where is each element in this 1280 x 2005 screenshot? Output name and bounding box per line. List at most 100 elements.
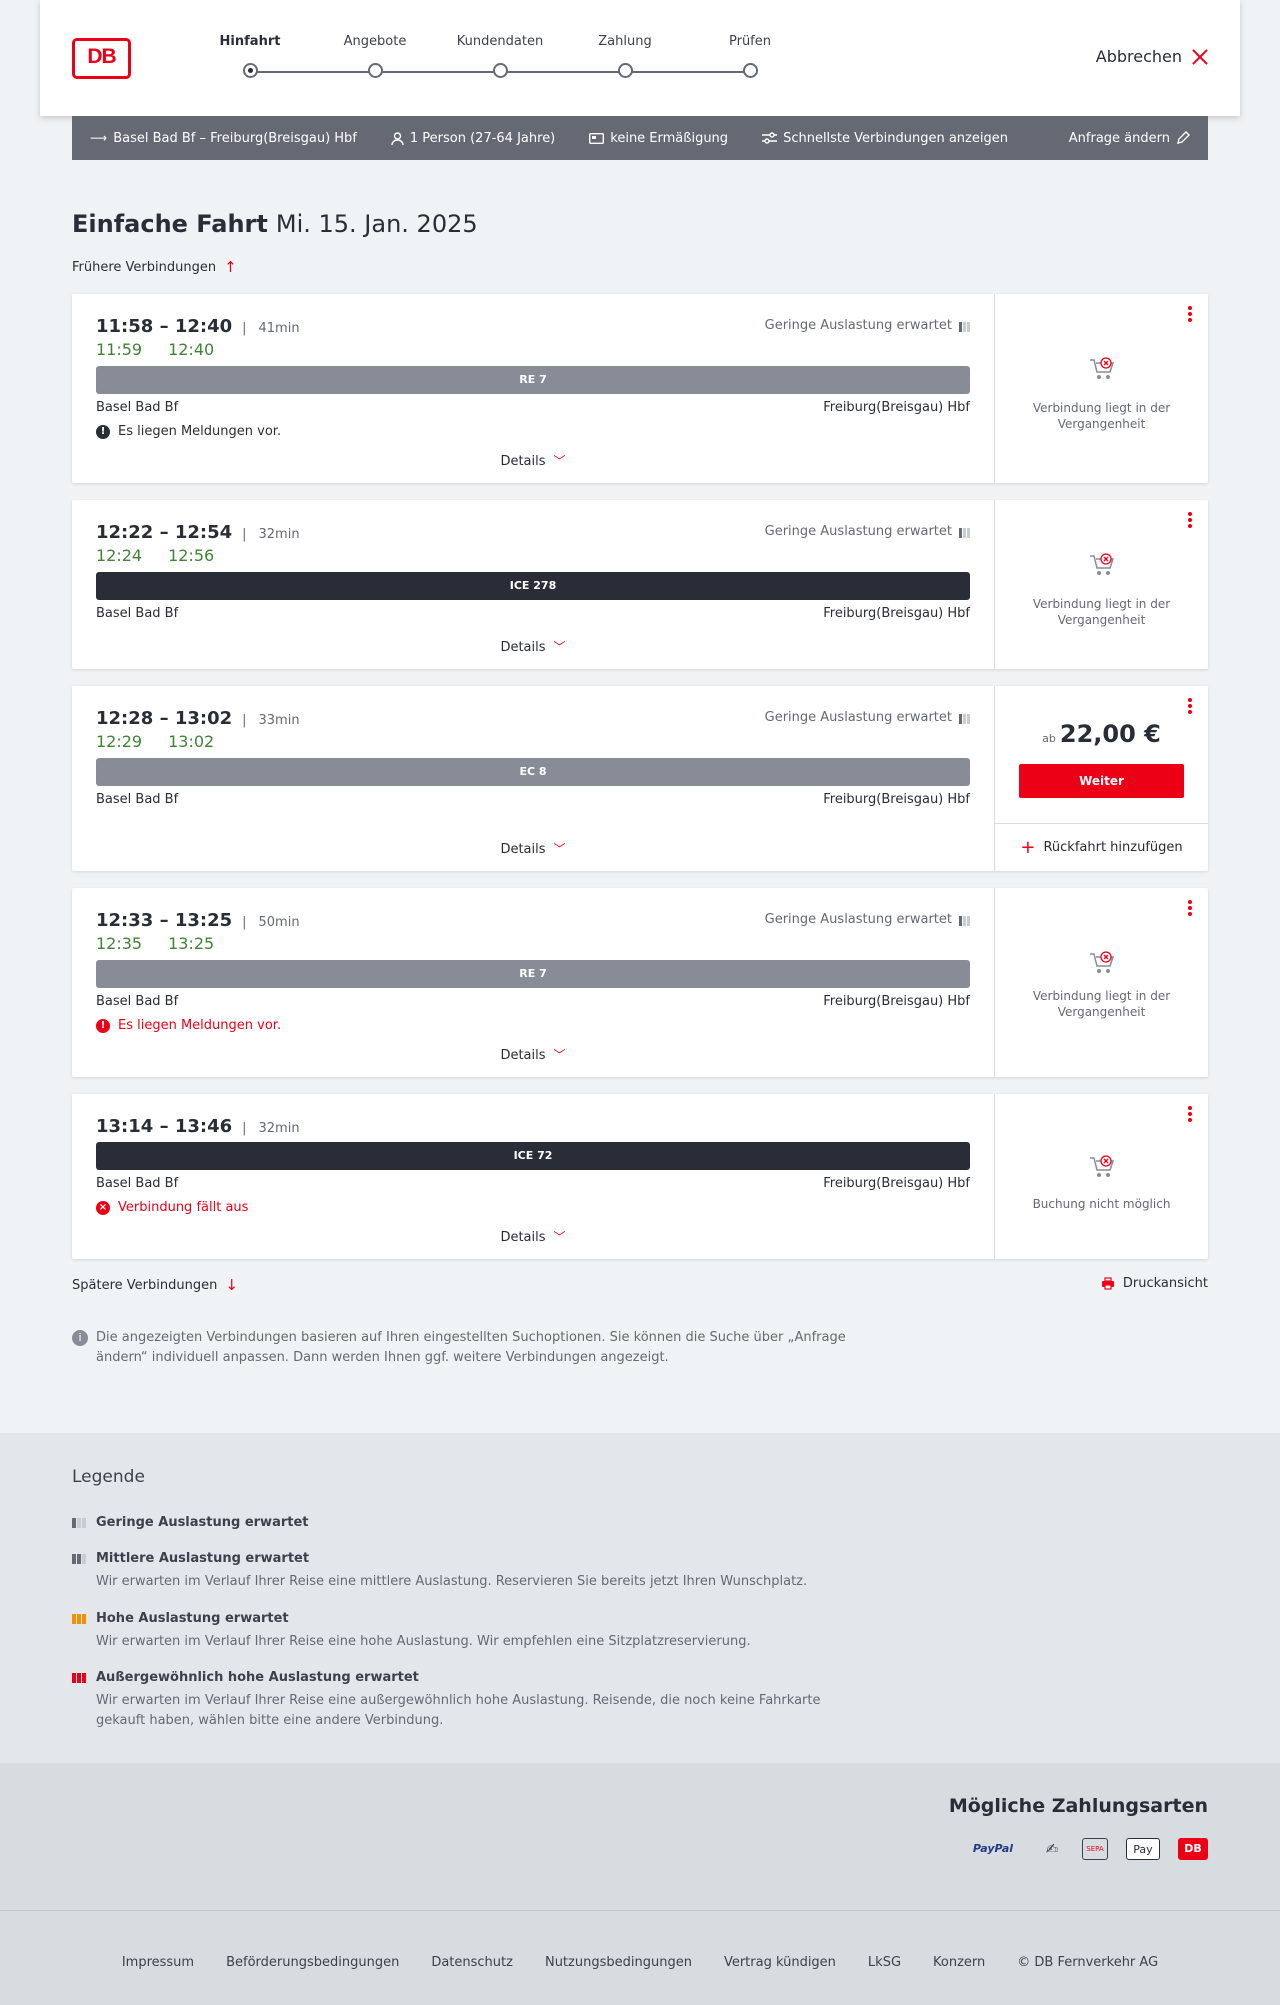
notice-message: ! Es liegen Meldungen vor.	[96, 1018, 281, 1033]
pencil-icon	[1177, 131, 1190, 144]
departure-station: Basel Bad Bf	[96, 400, 179, 415]
train-bar[interactable]: RE 7	[96, 366, 970, 394]
footer-copyright: © DB Fernverkehr AG	[1017, 1955, 1159, 1970]
occupancy: Geringe Auslastung erwartet	[765, 710, 970, 725]
add-return-trip-button[interactable]: + Rückfahrt hinzufügen	[995, 823, 1208, 871]
edit-request-label: Anfrage ändern	[1068, 130, 1170, 146]
more-options-icon[interactable]	[1188, 306, 1192, 324]
summary-discount[interactable]: keine Ermäßigung	[589, 131, 728, 146]
legend-title: Legende	[72, 1467, 145, 1487]
legend-item-desc: Wir erwarten im Verlauf Ihrer Reise eine…	[96, 1693, 821, 1728]
status-text: Verbindung liegt in der Vergangenheit	[1032, 989, 1171, 1019]
legend-item-low: Geringe Auslastung erwartet	[72, 1515, 309, 1530]
train-bar[interactable]: EC 8	[96, 758, 970, 786]
cancel-button[interactable]: Abbrechen	[1096, 47, 1208, 66]
legend-item-medium: Mittlere Auslastung erwartet Wir erwarte…	[72, 1551, 856, 1592]
occupancy: Geringe Auslastung erwartet	[765, 524, 970, 539]
details-toggle[interactable]: Details ﹀	[72, 1228, 994, 1245]
arrival-station: Freiburg(Breisgau) Hbf	[823, 606, 970, 621]
connection-main: 12:28 – 13:02 33min Geringe Auslastung er…	[72, 686, 994, 871]
occupancy-label: Geringe Auslastung erwartet	[764, 524, 952, 539]
legend-section: Legende Geringe Auslastung erwartet Mitt…	[0, 1433, 1280, 1763]
connection-times: 13:14 – 13:46 32min	[96, 1116, 300, 1137]
summary-passengers[interactable]: 1 Person (27-64 Jahre)	[391, 131, 555, 146]
departure-station: Basel Bad Bf	[96, 1176, 179, 1191]
status-text: Verbindung liegt in der Vergangenheit	[1032, 401, 1171, 431]
footer-link-datenschutz[interactable]: Datenschutz	[431, 1955, 513, 1970]
details-toggle[interactable]: Details ﹀	[72, 638, 994, 655]
route-arrow-icon: ⟶	[90, 131, 108, 145]
connection-card[interactable]: 12:33 – 13:25 50min Geringe Auslastung er…	[72, 888, 1208, 1077]
db-logo[interactable]: DB	[72, 38, 131, 79]
info-note: i Die angezeigten Verbindungen basieren a…	[72, 1328, 852, 1368]
legend-item-desc: Wir erwarten im Verlauf Ihrer Reise eine…	[96, 1574, 808, 1589]
summary-option[interactable]: Schnellste Verbindungen anzeigen	[762, 131, 1008, 146]
page-title-type: Einfache Fahrt	[72, 210, 268, 238]
more-options-icon[interactable]	[1188, 698, 1192, 716]
later-connections-link[interactable]: Spätere Verbindungen ↓	[72, 1276, 238, 1294]
details-toggle[interactable]: Details ﹀	[72, 452, 994, 469]
legend-item-title: Außergewöhnlich hohe Auslastung erwartet	[96, 1670, 419, 1685]
connection-main: 11:58 – 12:40 41min Geringe Auslastung er…	[72, 294, 994, 483]
summary-option-label: Schnellste Verbindungen anzeigen	[783, 130, 1008, 146]
occupancy-low-icon	[959, 914, 970, 926]
exclamation-icon: !	[96, 1018, 110, 1033]
occupancy-label: Geringe Auslastung erwartet	[764, 710, 952, 725]
edit-request-button[interactable]: Anfrage ändern	[1069, 131, 1190, 146]
train-bar[interactable]: ICE 72	[96, 1142, 970, 1170]
planned-times: 12:33 – 13:25	[96, 910, 233, 931]
details-toggle[interactable]: Details ﹀	[72, 840, 994, 857]
more-options-icon[interactable]	[1188, 512, 1192, 530]
legend-item-very-high: Außergewöhnlich hohe Auslastung erwartet…	[72, 1670, 856, 1731]
footer-link-vertrag-kuendigen[interactable]: Vertrag kündigen	[724, 1955, 836, 1970]
footer-link-konzern[interactable]: Konzern	[933, 1955, 985, 1970]
connection-times: 11:58 – 12:40 41min	[96, 316, 300, 337]
connection-status: Buchung nicht möglich	[994, 1094, 1208, 1259]
legend-item-title: Mittlere Auslastung erwartet	[96, 1551, 310, 1566]
page-title: Einfache Fahrt Mi. 15. Jan. 2025	[72, 210, 478, 238]
step-dot	[368, 63, 383, 78]
connection-card[interactable]: 13:14 – 13:46 32min ICE 72 Basel Bad Bf Fr…	[72, 1094, 1208, 1259]
train-bar[interactable]: RE 7	[96, 960, 970, 988]
footer-link-befoerderungsbedingungen[interactable]: Beförderungsbedingungen	[226, 1955, 399, 1970]
connection-card[interactable]: 11:58 – 12:40 41min Geringe Auslastung er…	[72, 294, 1208, 483]
price-prefix: ab	[1042, 732, 1056, 745]
occupancy-label: Geringe Auslastung erwartet	[764, 912, 952, 927]
step-hinfahrt: Hinfahrt	[200, 34, 300, 78]
bahncard-icon	[589, 132, 605, 144]
stations: Basel Bad Bf Freiburg(Breisgau) Hbf	[96, 1176, 970, 1191]
apple-pay-label: Pay	[1133, 1843, 1153, 1856]
connection-status: Verbindung liegt in der Vergangenheit	[994, 500, 1208, 669]
legend-item-title: Geringe Auslastung erwartet	[96, 1515, 309, 1530]
chevron-down-icon: ﹀	[553, 1230, 566, 1244]
footer-link-lksg[interactable]: LkSG	[868, 1955, 901, 1970]
step-label: Angebote	[343, 34, 407, 49]
train-bar[interactable]: ICE 278	[96, 572, 970, 600]
chevron-down-icon: ﹀	[553, 1048, 566, 1062]
planned-times: 13:14 – 13:46	[96, 1116, 233, 1137]
connection-times: 12:33 – 13:25 50min	[96, 910, 300, 931]
planned-times: 11:58 – 12:40	[96, 316, 233, 337]
print-view-link[interactable]: Druckansicht	[1101, 1276, 1208, 1291]
details-toggle[interactable]: Details ﹀	[72, 1046, 994, 1063]
connection-card[interactable]: 12:28 – 13:02 33min Geringe Auslastung er…	[72, 686, 1208, 871]
arrival-station: Freiburg(Breisgau) Hbf	[823, 994, 970, 1009]
legend-item-desc: Wir erwarten im Verlauf Ihrer Reise eine…	[96, 1634, 751, 1649]
apple-pay-icon: Pay	[1126, 1838, 1160, 1860]
connection-main: 12:33 – 13:25 50min Geringe Auslastung er…	[72, 888, 994, 1077]
footer-link-nutzungsbedingungen[interactable]: Nutzungsbedingungen	[545, 1955, 692, 1970]
cancelled-message: × Verbindung fällt aus	[96, 1200, 248, 1215]
occupancy-label: Geringe Auslastung erwartet	[764, 318, 952, 333]
realtime-departure: 12:35	[96, 934, 143, 953]
payment-methods-section: Mögliche Zahlungsarten PayPal ✍ SEPA Pay…	[0, 1763, 1280, 1910]
more-options-icon[interactable]	[1188, 900, 1192, 918]
summary-route[interactable]: ⟶ Basel Bad Bf – Freiburg(Breisgau) Hbf	[90, 131, 357, 146]
realtime-departure: 12:29	[96, 732, 143, 751]
continue-button[interactable]: Weiter	[1019, 764, 1184, 798]
stations: Basel Bad Bf Freiburg(Breisgau) Hbf	[96, 400, 970, 415]
occupancy: Geringe Auslastung erwartet	[765, 318, 970, 333]
footer-link-impressum[interactable]: Impressum	[122, 1955, 194, 1970]
more-options-icon[interactable]	[1188, 1106, 1192, 1124]
connection-card[interactable]: 12:22 – 12:54 32min Geringe Auslastung er…	[72, 500, 1208, 669]
earlier-connections-link[interactable]: Frühere Verbindungen ↑	[72, 258, 237, 276]
